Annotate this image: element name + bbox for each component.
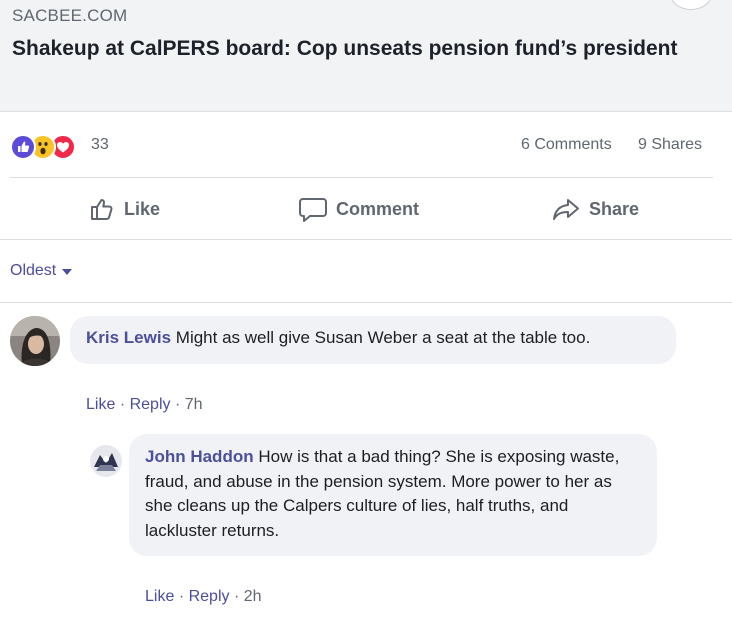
caret-down-icon [62, 269, 73, 275]
link-headline[interactable]: Shakeup at CalPERS board: Cop unseats pe… [12, 34, 712, 63]
close-preview-button[interactable] [670, 0, 712, 10]
sort-label: Oldest [10, 262, 57, 279]
comment-button[interactable]: Comment [298, 192, 419, 226]
comments-count-link[interactable]: 6 Comments [521, 136, 612, 154]
reaction-count[interactable]: 33 [91, 136, 109, 154]
shares-count-link[interactable]: 9 Shares [638, 136, 702, 154]
post-action-bar: Like Comment Share [10, 177, 713, 240]
link-preview-card[interactable]: SACBEE.COM Shakeup at CalPERS board: Cop… [0, 0, 732, 112]
avatar[interactable] [90, 445, 122, 477]
like-icon [10, 134, 36, 160]
comment-text: Might as well give Susan Weber a seat at… [175, 328, 591, 347]
comment-actions: Like · Reply · 7h [86, 396, 203, 413]
share-button[interactable]: Share [551, 192, 639, 226]
reply-bubble: John Haddon How is that a bad thing? She… [129, 434, 657, 556]
comment-bubble: Kris Lewis Might as well give Susan Webe… [70, 316, 676, 364]
divider [0, 302, 732, 303]
share-arrow-icon [553, 199, 579, 220]
link-domain: SACBEE.COM [12, 6, 128, 25]
comment-timestamp[interactable]: 2h [244, 588, 262, 605]
thumbs-up-icon [91, 199, 113, 220]
comment-reply-link[interactable]: Reply [189, 588, 230, 605]
comment-actions: Like · Reply · 2h [145, 588, 262, 605]
comment-like-link[interactable]: Like [86, 396, 115, 413]
like-button[interactable]: Like [88, 192, 160, 226]
like-button-label: Like [124, 198, 161, 219]
comment-like-link[interactable]: Like [145, 588, 174, 605]
comment-bubble-icon [299, 198, 327, 222]
reaction-icons[interactable] [10, 134, 88, 160]
comment-reply-link[interactable]: Reply [130, 396, 171, 413]
post-stats: 33 6 Comments 9 Shares [0, 128, 732, 160]
comment-author[interactable]: Kris Lewis [86, 328, 171, 347]
comment-button-label: Comment [336, 198, 420, 219]
comment-author[interactable]: John Haddon [145, 447, 254, 466]
avatar[interactable] [10, 316, 60, 366]
divider [0, 239, 732, 240]
comment-sort-dropdown[interactable]: Oldest [10, 262, 73, 280]
comment-timestamp[interactable]: 7h [185, 396, 203, 413]
share-button-label: Share [589, 198, 640, 219]
